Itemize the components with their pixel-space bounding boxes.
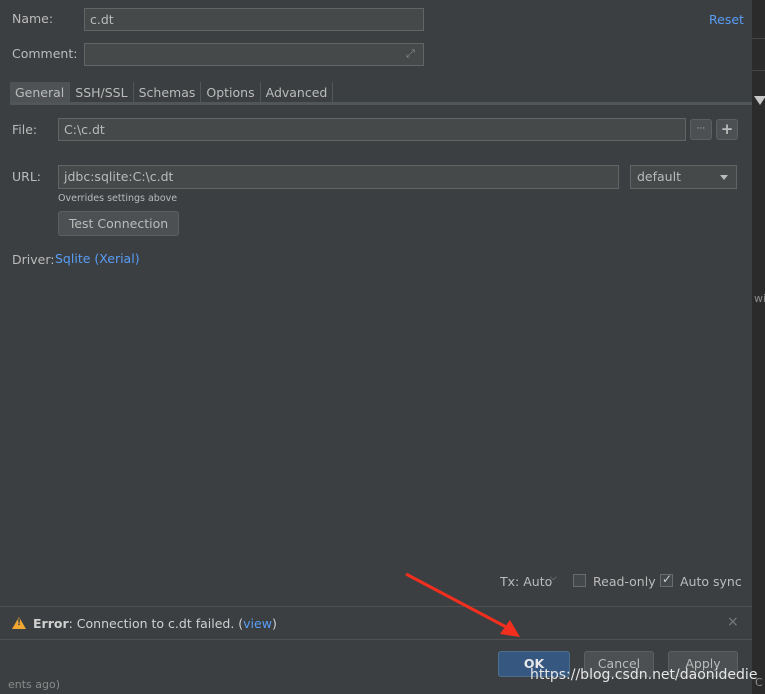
watermark: https://blog.csdn.net/daonidedie bbox=[530, 667, 758, 683]
annotation-arrow bbox=[405, 572, 520, 637]
